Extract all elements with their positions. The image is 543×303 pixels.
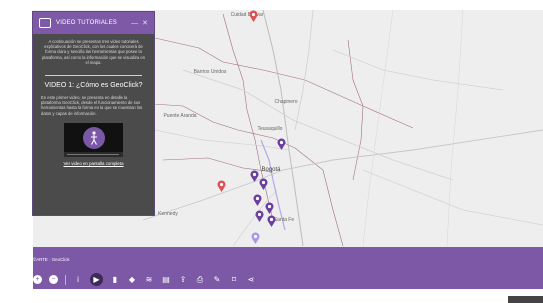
map-label: Bogotá	[261, 167, 281, 173]
video-tutorial-icon[interactable]: ▶	[90, 273, 103, 286]
map-label: Kennedy	[158, 211, 178, 217]
purple-map-pin-icon[interactable]	[250, 170, 259, 182]
video-progress-bar[interactable]	[67, 153, 119, 155]
draw-icon[interactable]: ✎	[212, 275, 222, 285]
fullscreen-video-link[interactable]: Ver video en pantalla completa	[41, 161, 146, 166]
zoom-in-icon[interactable]: +	[33, 275, 42, 284]
map-label: Barrios Unidos	[193, 69, 227, 75]
toolbar-separator	[65, 274, 66, 285]
video-player[interactable]	[64, 122, 123, 157]
video-icon	[39, 18, 51, 28]
tool-row: + − i ▶ ▮ ◆ ≋ ▤ ⇪ ⎙ ✎ ⌑ ⋖	[33, 273, 256, 286]
map-label: Chapinero	[274, 99, 298, 105]
left-margin	[0, 0, 33, 303]
purple-map-pin-icon[interactable]	[259, 178, 268, 190]
video-title: VIDEO 1: ¿Cómo es GeoClick?	[44, 82, 143, 90]
map-label: Cuidad Bolívar	[230, 12, 264, 18]
video-tutorials-panel: VIDEO TUTORIALES — ✕ A continuación se p…	[32, 11, 155, 216]
map-scale-bar	[508, 296, 543, 303]
person-icon	[91, 131, 97, 145]
panel-header: VIDEO TUTORIALES — ✕	[33, 12, 154, 34]
divider	[45, 75, 142, 77]
purple-map-pin-icon[interactable]	[265, 202, 274, 214]
chart-icon[interactable]: ▮	[110, 275, 120, 285]
purple-map-pin-icon[interactable]	[277, 138, 286, 150]
red-map-pin-icon[interactable]	[217, 180, 226, 192]
bottom-toolbar: ©ARTE · GeoClick + − i ▶ ▮ ◆ ≋ ▤ ⇪ ⎙ ✎ ⌑…	[33, 247, 543, 289]
panel-title: VIDEO TUTORIALES	[56, 20, 117, 26]
info-icon[interactable]: i	[73, 275, 83, 285]
purple-map-pin-icon[interactable]	[267, 215, 276, 227]
purple-map-pin-icon[interactable]	[251, 232, 260, 244]
panel-intro-text: A continuación se presentan tres video t…	[41, 39, 146, 65]
close-icon[interactable]: ✕	[142, 19, 148, 27]
zoom-out-icon[interactable]: −	[49, 275, 58, 284]
map-label: Puente Aranda	[163, 113, 197, 119]
palette-icon[interactable]: ◆	[127, 275, 137, 285]
red-map-pin-icon[interactable]	[249, 10, 258, 22]
layers-icon[interactable]: ≋	[144, 275, 154, 285]
collapse-icon[interactable]: —	[131, 20, 138, 27]
share-icon[interactable]: ⋖	[246, 275, 256, 285]
purple-map-pin-icon[interactable]	[255, 210, 264, 222]
print-icon[interactable]: ⎙	[195, 275, 205, 285]
credit-text: ©ARTE · GeoClick	[33, 257, 70, 262]
purple-map-pin-icon[interactable]	[253, 194, 262, 206]
share-location-icon[interactable]: ⇪	[178, 275, 188, 285]
video-description: En este primer video, se presenta en det…	[41, 95, 143, 116]
map-label: Teusaquillo	[257, 126, 283, 132]
bookmark-icon[interactable]: ⌑	[229, 275, 239, 285]
legend-icon[interactable]: ▤	[161, 275, 171, 285]
